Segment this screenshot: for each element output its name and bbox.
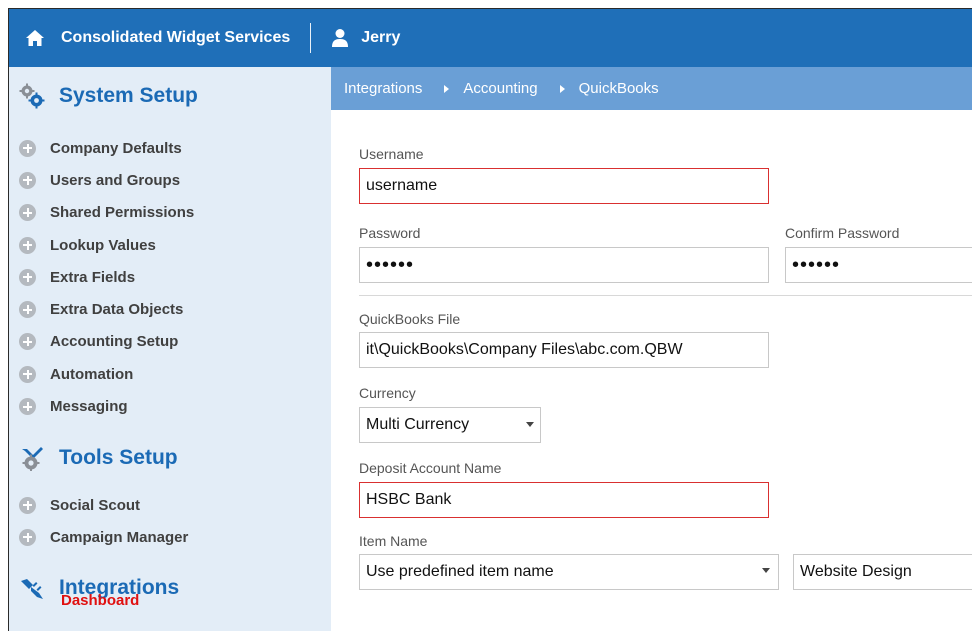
user-name[interactable]: Jerry: [361, 29, 400, 47]
breadcrumb-integrations[interactable]: Integrations: [344, 80, 422, 97]
currency-label: Currency: [359, 385, 416, 401]
sidebar-item-messaging[interactable]: Messaging: [19, 390, 194, 422]
deposit-account-label: Deposit Account Name: [359, 460, 502, 476]
quickbooks-settings-form: Username username Password •••••• Confir…: [331, 110, 972, 631]
sidebar: System Setup Company Defaults Users and …: [9, 67, 331, 631]
sidebar-item-label: Accounting Setup: [50, 333, 179, 351]
username-label: Username: [359, 146, 424, 162]
sidebar-item-lookup-values[interactable]: Lookup Values: [19, 229, 194, 261]
plus-icon: [19, 301, 36, 319]
plus-icon: [19, 333, 36, 351]
deposit-account-input[interactable]: HSBC Bank: [359, 482, 769, 518]
top-bar: Consolidated Widget Services Jerry: [9, 9, 972, 67]
section-title-system-setup: System Setup: [59, 84, 198, 107]
chevron-down-icon[interactable]: [526, 422, 534, 427]
sidebar-item-shared-permissions[interactable]: Shared Permissions: [19, 197, 194, 229]
currency-select-value: Multi Currency: [366, 416, 470, 433]
plus-icon: [19, 268, 36, 286]
chevron-down-icon[interactable]: [762, 568, 770, 573]
breadcrumb-arrow-icon: [559, 84, 565, 93]
plus-icon: [19, 139, 36, 157]
section-tools-setup[interactable]: Tools Setup: [19, 445, 178, 471]
sidebar-item-campaign-manager[interactable]: Campaign Manager: [19, 521, 188, 553]
plus-icon: [19, 236, 36, 254]
user-icon[interactable]: [331, 28, 349, 48]
quickbooks-file-label: QuickBooks File: [359, 311, 461, 327]
breadcrumb-quickbooks[interactable]: QuickBooks: [579, 80, 659, 97]
item-name-select[interactable]: Use predefined item name: [359, 554, 779, 590]
plus-icon: [19, 365, 36, 383]
sidebar-item-label: Extra Data Objects: [50, 301, 184, 319]
company-name[interactable]: Consolidated Widget Services: [61, 29, 290, 47]
password-label: Password: [359, 225, 421, 241]
breadcrumb: Integrations Accounting QuickBooks: [331, 67, 972, 110]
form-divider: [359, 295, 972, 296]
item-name-select-value: Use predefined item name: [366, 563, 554, 580]
tools-setup-menu: Social Scout Campaign Manager: [19, 489, 188, 554]
gears-icon: [19, 83, 45, 109]
plus-icon: [19, 496, 36, 514]
section-title-tools-setup: Tools Setup: [59, 446, 178, 469]
sidebar-item-label: Lookup Values: [50, 236, 156, 254]
sidebar-item-label: Shared Permissions: [50, 204, 195, 222]
sidebar-item-label: Company Defaults: [50, 139, 182, 157]
sidebar-item-label: Users and Groups: [50, 171, 181, 189]
sidebar-item-dashboard[interactable]: Dashboard: [61, 592, 139, 609]
confirm-password-label: Confirm Password: [785, 225, 900, 241]
confirm-password-input[interactable]: ••••••: [785, 247, 972, 283]
breadcrumb-accounting[interactable]: Accounting: [463, 80, 537, 97]
currency-select[interactable]: Multi Currency: [359, 407, 541, 443]
sidebar-item-extra-data-objects[interactable]: Extra Data Objects: [19, 293, 194, 325]
section-system-setup[interactable]: System Setup: [19, 83, 198, 109]
username-input[interactable]: username: [359, 168, 769, 204]
sidebar-item-label: Social Scout: [50, 496, 141, 514]
sidebar-item-label: Extra Fields: [50, 268, 136, 286]
password-input[interactable]: ••••••: [359, 247, 769, 283]
sidebar-item-automation[interactable]: Automation: [19, 358, 194, 390]
sidebar-item-company-defaults[interactable]: Company Defaults: [19, 132, 194, 164]
plus-icon: [19, 171, 36, 189]
item-name-label: Item Name: [359, 533, 428, 549]
plus-icon: [19, 528, 36, 546]
home-icon[interactable]: [25, 28, 45, 48]
system-setup-menu: Company Defaults Users and Groups Shared…: [19, 132, 194, 423]
topbar-divider: [310, 23, 312, 53]
predefined-item-input[interactable]: Website Design: [793, 554, 972, 590]
sidebar-item-accounting-setup[interactable]: Accounting Setup: [19, 326, 194, 358]
plus-icon: [19, 204, 36, 222]
plug-icon: [21, 579, 43, 599]
sidebar-item-label: Automation: [50, 365, 134, 383]
quickbooks-file-input[interactable]: it\QuickBooks\Company Files\abc.com.QBW: [359, 332, 769, 368]
sidebar-item-label: Campaign Manager: [50, 528, 189, 546]
sidebar-item-label: Messaging: [50, 398, 128, 416]
app-window: Consolidated Widget Services Jerry Syste…: [8, 8, 972, 631]
sidebar-item-social-scout[interactable]: Social Scout: [19, 489, 188, 521]
sidebar-item-users-and-groups[interactable]: Users and Groups: [19, 164, 194, 196]
breadcrumb-arrow-icon: [444, 84, 450, 93]
tools-gear-icon: [22, 447, 43, 471]
plus-icon: [19, 398, 36, 416]
sidebar-item-extra-fields[interactable]: Extra Fields: [19, 261, 194, 293]
